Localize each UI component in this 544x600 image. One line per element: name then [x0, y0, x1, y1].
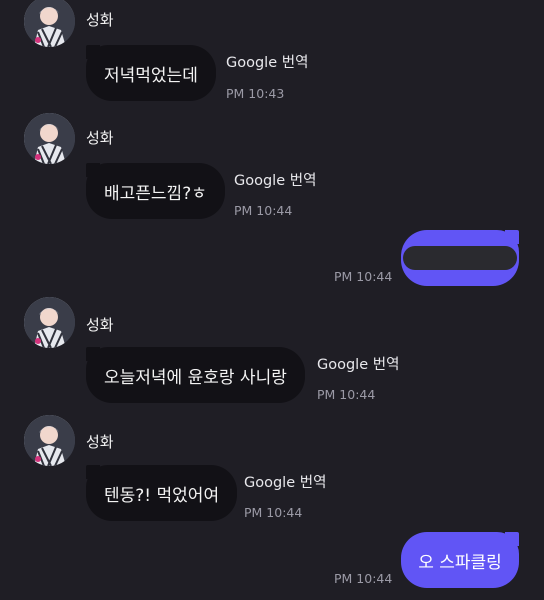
sender-avatar[interactable] — [24, 113, 75, 164]
sender-avatar[interactable] — [24, 415, 75, 466]
outgoing-message-bubble[interactable] — [401, 230, 519, 286]
message-timestamp: PM 10:43 — [226, 86, 285, 101]
sender-avatar[interactable] — [24, 0, 75, 47]
google-translate-link[interactable]: Google 번역 — [234, 169, 316, 190]
message-bubble[interactable]: 오늘저녁에 윤호랑 사니랑 — [86, 347, 305, 403]
sender-name: 성화 — [86, 11, 114, 29]
sender-name: 성화 — [86, 433, 114, 451]
message-bubble[interactable]: 텐동?! 먹었어여 — [86, 465, 238, 521]
outgoing-message-bubble[interactable]: 오 스파클링 — [401, 532, 519, 588]
chat-thread: 성화 저녁먹었는데 Google 번역 PM 10:43 성화 배고픈느낌?ㅎ … — [0, 0, 544, 600]
redacted-text — [403, 246, 517, 270]
google-translate-link[interactable]: Google 번역 — [244, 471, 326, 492]
google-translate-link[interactable]: Google 번역 — [226, 51, 308, 72]
sender-name: 성화 — [86, 316, 114, 334]
message-timestamp: PM 10:44 — [234, 203, 293, 218]
message-timestamp: PM 10:44 — [334, 571, 393, 586]
sender-avatar[interactable] — [24, 297, 75, 348]
sender-name: 성화 — [86, 129, 114, 147]
message-timestamp: PM 10:44 — [244, 505, 303, 520]
message-bubble[interactable]: 배고픈느낌?ㅎ — [86, 163, 225, 219]
message-bubble[interactable]: 저녁먹었는데 — [86, 45, 216, 101]
google-translate-link[interactable]: Google 번역 — [317, 353, 399, 374]
message-timestamp: PM 10:44 — [334, 269, 393, 284]
message-timestamp: PM 10:44 — [317, 387, 376, 402]
